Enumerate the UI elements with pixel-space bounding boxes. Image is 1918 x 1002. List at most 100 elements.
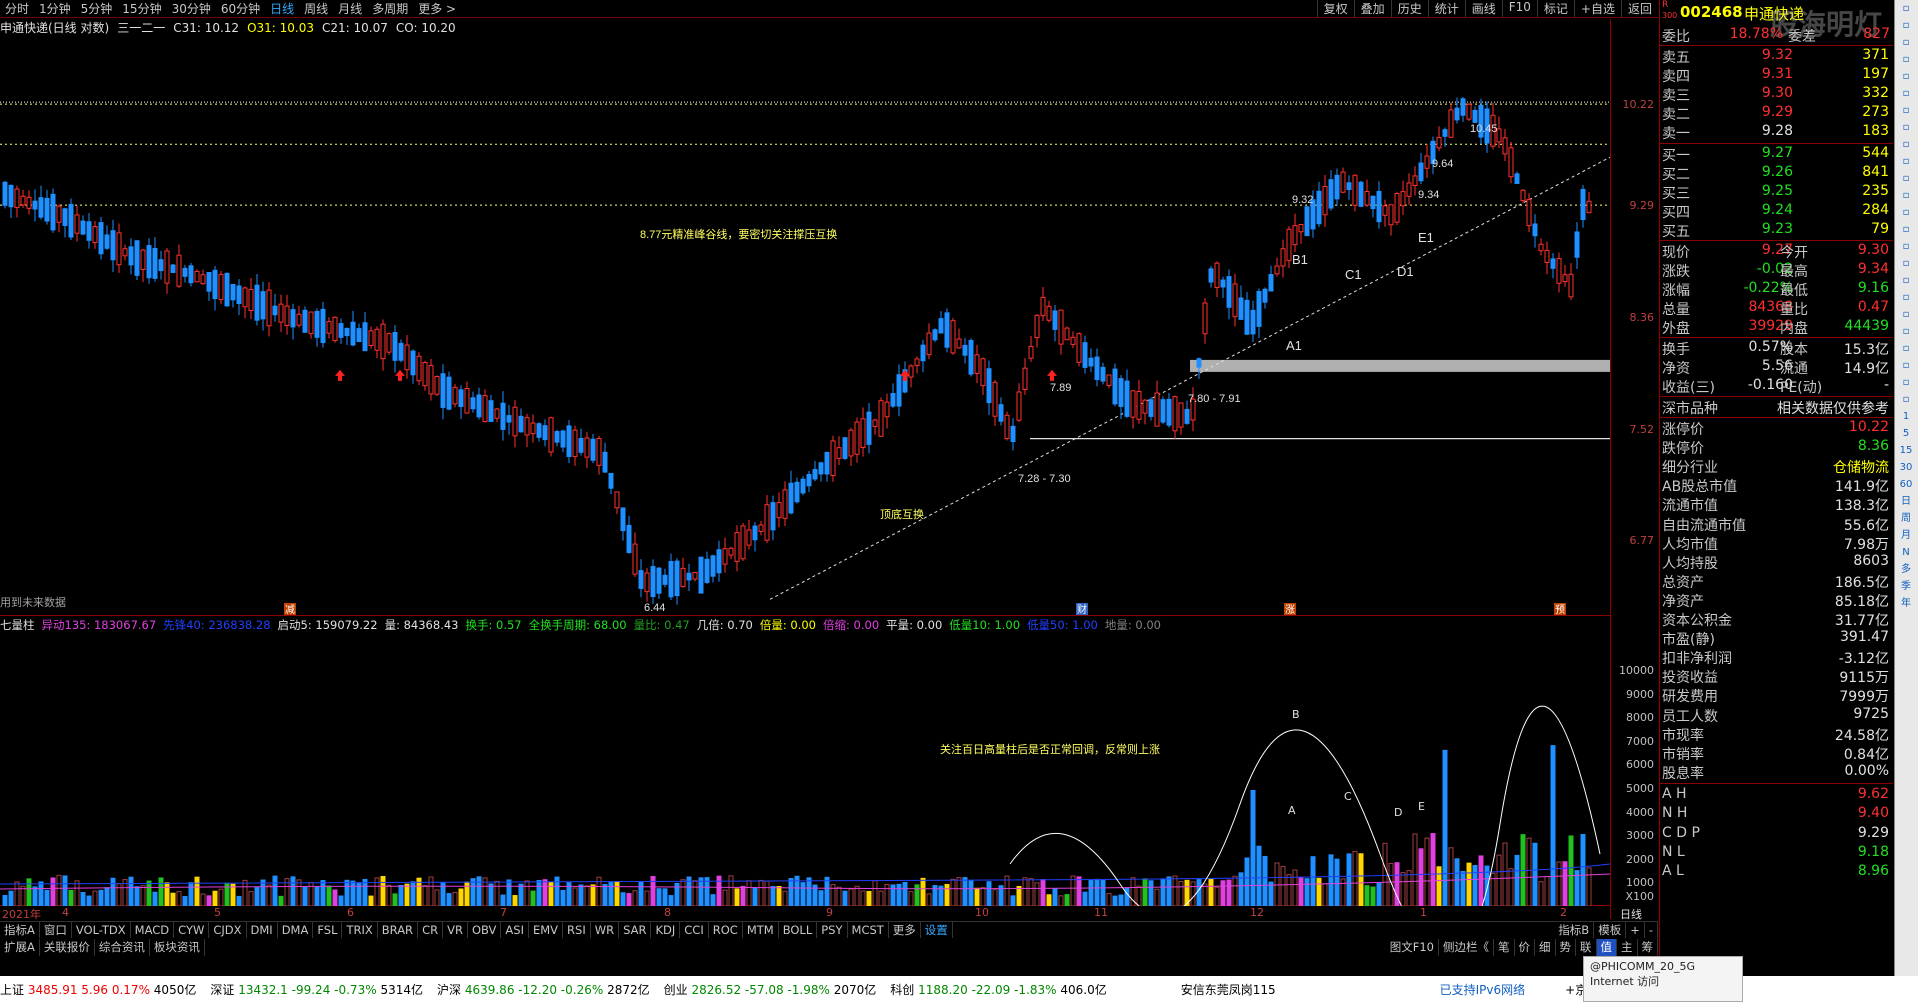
toolbar-period-0[interactable]: 1 — [1895, 408, 1917, 425]
indicator-tab-18[interactable]: SAR — [619, 922, 652, 938]
indicator-tab-20[interactable]: CCI — [680, 922, 709, 938]
period-tab-5[interactable]: 60分钟 — [216, 0, 265, 17]
bottom-tab-1[interactable]: 关联报价 — [40, 939, 95, 956]
indicator-name[interactable]: 三一二一 — [117, 19, 165, 36]
indicator-tab-14[interactable]: ASI — [501, 922, 529, 938]
indicator-tab-9[interactable]: TRIX — [342, 922, 378, 938]
tool-icon[interactable]: ▫ — [1895, 374, 1917, 391]
bottom-right-tab-9[interactable]: 筹 — [1638, 939, 1658, 956]
period-tab-1[interactable]: 1分钟 — [34, 0, 76, 17]
indicator-tab-17[interactable]: WR — [591, 922, 620, 938]
tool-icon[interactable]: ▫ — [1895, 221, 1917, 238]
bottom-right-tab-8[interactable]: 主 — [1617, 939, 1638, 956]
topbar-btn-0[interactable]: 复权 — [1316, 0, 1354, 17]
period-tab-10[interactable]: 更多 > — [413, 0, 461, 17]
indicator-tab-0[interactable]: 指标A — [0, 922, 40, 938]
toolbar-period-3[interactable]: 30 — [1895, 459, 1917, 476]
tool-icon[interactable]: ▫ — [1895, 17, 1917, 34]
tool-icon[interactable]: ▫ — [1895, 34, 1917, 51]
topbar-btn-5[interactable]: F10 — [1501, 0, 1537, 17]
period-tab-3[interactable]: 15分钟 — [117, 0, 166, 17]
bottom-right-tab-2[interactable]: 笔 — [1494, 939, 1515, 956]
volume-chart[interactable]: 关注百日高量柱后是否正常回调，反常则上涨 A B C D E — [0, 634, 1611, 958]
indicator-tab-19[interactable]: KDJ — [651, 922, 681, 938]
topbar-btn-6[interactable]: 标记 — [1536, 0, 1574, 17]
tool-icon[interactable]: ▫ — [1895, 136, 1917, 153]
tool-icon[interactable]: ▫ — [1895, 187, 1917, 204]
vol-indicator-label[interactable]: 七量柱 — [0, 617, 35, 633]
index-4[interactable]: 科创 1188.20 -22.09 -1.83% 406.0亿 — [890, 981, 1106, 998]
toolbar-period-10[interactable]: 季 — [1895, 578, 1917, 595]
topbar-btn-1[interactable]: 叠加 — [1353, 0, 1391, 17]
indicator-tab-25[interactable]: MCST — [848, 922, 889, 938]
bottom-tab-2[interactable]: 综合资讯 — [95, 939, 150, 956]
bottom-right-tab-0[interactable]: 图文F10 — [1386, 939, 1439, 956]
indicator-tab-26[interactable]: 更多 — [889, 922, 921, 938]
topbar-btn-3[interactable]: 统计 — [1427, 0, 1465, 17]
ind-right-btn-3[interactable]: - — [1645, 922, 1658, 938]
toolbar-period-11[interactable]: 年 — [1895, 595, 1917, 612]
indicator-tab-10[interactable]: BRAR — [378, 922, 419, 938]
tool-icon[interactable]: ▫ — [1895, 119, 1917, 136]
topbar-btn-4[interactable]: 画线 — [1464, 0, 1502, 17]
tool-icon[interactable]: ▫ — [1895, 272, 1917, 289]
toolbar-period-2[interactable]: 15 — [1895, 442, 1917, 459]
ind-right-btn-2[interactable]: + — [1626, 922, 1645, 938]
bottom-right-tab-3[interactable]: 价 — [1515, 939, 1535, 956]
topbar-btn-8[interactable]: 返回 — [1620, 0, 1658, 17]
network-popup[interactable]: @PHICOMM_20_5G Internet 访问 — [1583, 956, 1743, 1002]
toolbar-period-4[interactable]: 60 — [1895, 476, 1917, 493]
ind-right-btn-1[interactable]: 模板 — [1594, 922, 1627, 938]
bottom-right-tab-5[interactable]: 势 — [1556, 939, 1576, 956]
index-0[interactable]: 上证 3485.91 5.96 0.17% 4050亿 — [0, 981, 196, 998]
tool-icon[interactable]: ▫ — [1895, 391, 1917, 408]
tool-icon[interactable]: ▫ — [1895, 68, 1917, 85]
period-tab-2[interactable]: 5分钟 — [76, 0, 118, 17]
toolbar-period-9[interactable]: 多 — [1895, 561, 1917, 578]
tool-icon[interactable]: ▫ — [1895, 51, 1917, 68]
indicator-tab-27[interactable]: 设置 — [921, 922, 953, 938]
indicator-tab-3[interactable]: MACD — [131, 922, 175, 938]
indicator-tab-4[interactable]: CYW — [174, 922, 210, 938]
period-tab-6[interactable]: 日线 — [265, 0, 299, 17]
indicator-tab-23[interactable]: BOLL — [779, 922, 818, 938]
indicator-tab-8[interactable]: FSL — [313, 922, 343, 938]
indicator-tab-12[interactable]: VR — [443, 922, 468, 938]
indicator-tab-2[interactable]: VOL-TDX — [72, 922, 131, 938]
toolbar-period-7[interactable]: 月 — [1895, 527, 1917, 544]
indicator-tab-21[interactable]: ROC — [709, 922, 743, 938]
toolbar-period-8[interactable]: N — [1895, 544, 1917, 561]
tool-icon[interactable]: ▫ — [1895, 0, 1917, 17]
tool-icon[interactable]: ▫ — [1895, 102, 1917, 119]
kline-chart[interactable]: 8.77元精准峰谷线，要密切关注撑压互换 顶底互换 10.45 9.32 9.64 9.3… — [0, 36, 1611, 616]
tool-icon[interactable]: ▫ — [1895, 289, 1917, 306]
indicator-tab-5[interactable]: CJDX — [209, 922, 247, 938]
tool-icon[interactable]: ▫ — [1895, 340, 1917, 357]
tool-icon[interactable]: ▫ — [1895, 204, 1917, 221]
toolbar-period-1[interactable]: 5 — [1895, 425, 1917, 442]
ind-right-btn-0[interactable]: 指标B — [1554, 922, 1595, 938]
topbar-btn-2[interactable]: 历史 — [1390, 0, 1428, 17]
tool-icon[interactable]: ▫ — [1895, 85, 1917, 102]
bottom-tab-3[interactable]: 板块资讯 — [150, 939, 205, 956]
bottom-right-tab-6[interactable]: 联 — [1576, 939, 1597, 956]
indicator-tab-11[interactable]: CR — [418, 922, 444, 938]
indicator-tab-6[interactable]: DMI — [247, 922, 278, 938]
toolbar-period-6[interactable]: 周 — [1895, 510, 1917, 527]
tool-icon[interactable]: ▫ — [1895, 323, 1917, 340]
bottom-right-tab-1[interactable]: 侧边栏《 — [1439, 939, 1494, 956]
indicator-tab-1[interactable]: 窗口 — [40, 922, 72, 938]
topbar-btn-7[interactable]: +自选 — [1573, 0, 1621, 17]
tool-icon[interactable]: ▫ — [1895, 306, 1917, 323]
tool-icon[interactable]: ▫ — [1895, 153, 1917, 170]
bottom-tab-0[interactable]: 扩展A — [0, 939, 40, 956]
indicator-tab-15[interactable]: EMV — [529, 922, 564, 938]
tool-icon[interactable]: ▫ — [1895, 357, 1917, 374]
indicator-tab-22[interactable]: MTM — [743, 922, 779, 938]
tool-icon[interactable]: ▫ — [1895, 255, 1917, 272]
bottom-right-tab-4[interactable]: 细 — [1535, 939, 1556, 956]
period-tab-4[interactable]: 30分钟 — [167, 0, 216, 17]
indicator-tab-13[interactable]: OBV — [468, 922, 502, 938]
index-3[interactable]: 创业 2826.52 -57.08 -1.98% 2070亿 — [664, 981, 877, 998]
tool-icon[interactable]: ▫ — [1895, 170, 1917, 187]
